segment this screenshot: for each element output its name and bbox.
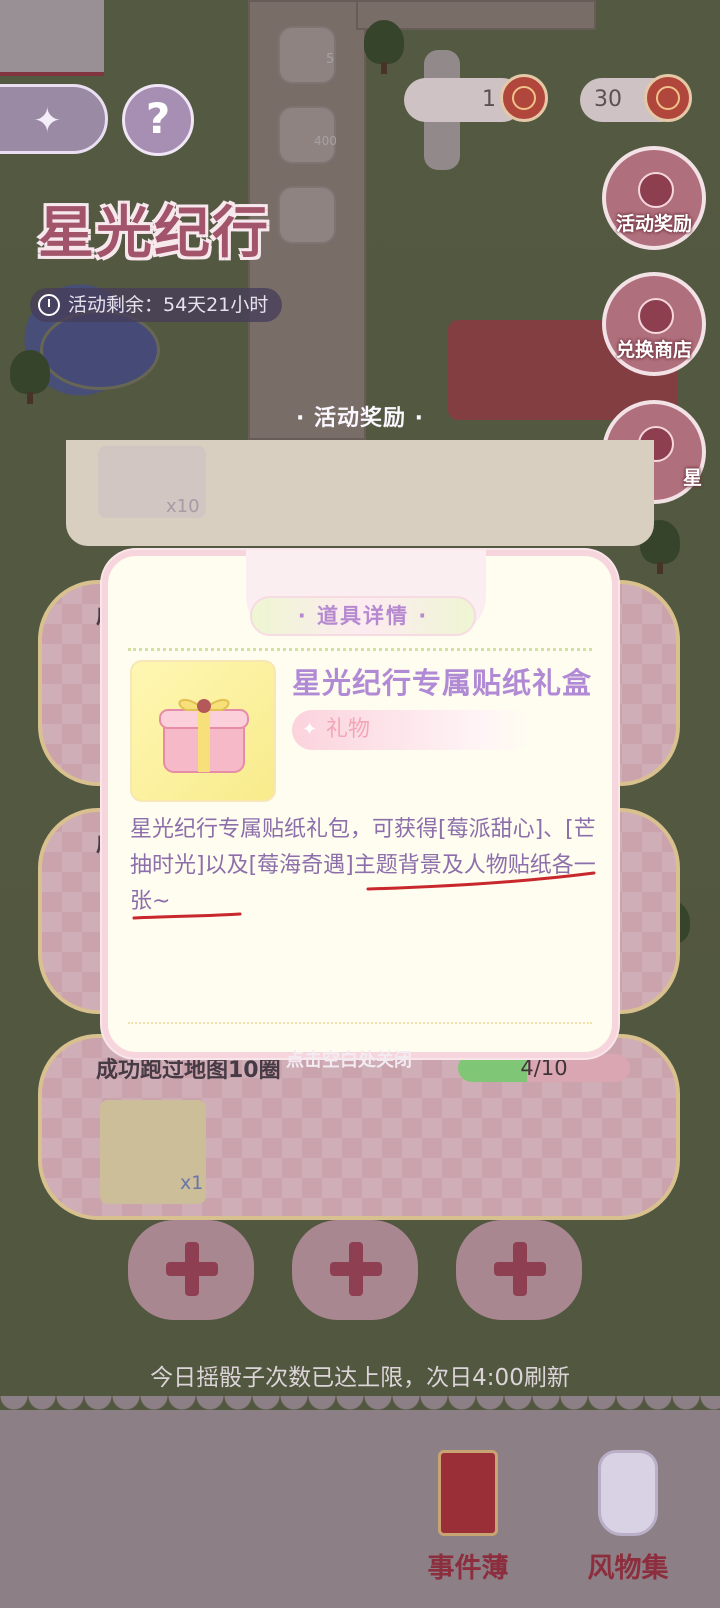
rewards-panel: x10 (66, 440, 654, 546)
add-slot-button[interactable] (128, 1220, 254, 1320)
item-description: 星光纪行专属贴纸礼包，可获得[莓派甜心]、[芒抽时光]以及[莓海奇遇]主题背景及… (130, 817, 596, 914)
bottom-nav: 事件薄 风物集 (0, 1396, 720, 1608)
collection-label: 风物集 (587, 1553, 669, 1584)
event-book-button[interactable]: 事件薄 (408, 1450, 528, 1585)
red-underline-annotation (366, 871, 596, 891)
reward-quantity: x10 (166, 496, 200, 517)
coin-icon (644, 74, 692, 122)
add-slot-button[interactable] (456, 1220, 582, 1320)
divider (128, 648, 592, 651)
exchange-shop-button[interactable]: 兑换商店 (602, 272, 706, 376)
clock-icon (38, 294, 60, 316)
rewards-panel-title: · 活动奖励 · (295, 406, 425, 431)
compass-star-icon: ✦ (33, 101, 62, 141)
task-progress-bar: 4/10 (458, 1054, 630, 1082)
timer-text: 活动剩余：54天21小时 (68, 294, 269, 316)
back-button[interactable]: ✦ (0, 84, 108, 154)
event-timer: 活动剩余：54天21小时 (30, 288, 283, 322)
exchange-shop-label: 兑换商店 (615, 339, 692, 361)
item-name: 星光纪行专属贴纸礼盒 (292, 666, 593, 700)
scale-icon (638, 298, 674, 334)
dice-limit-notice: 今日摇骰子次数已达上限，次日4:00刷新 (150, 1365, 570, 1391)
gift-box-icon (159, 698, 249, 773)
trophy-icon (638, 172, 674, 208)
dice-counter-value: 1 (482, 87, 496, 112)
bottle-icon (598, 1450, 658, 1536)
event-reward-button[interactable]: 活动奖励 (602, 146, 706, 250)
item-icon-frame (130, 660, 276, 802)
collection-button[interactable]: 风物集 (568, 1450, 688, 1585)
event-reward-label: 活动奖励 (615, 213, 692, 235)
divider (128, 1022, 592, 1024)
event-book-label: 事件薄 (427, 1553, 509, 1584)
reward-quantity: x1 (180, 1172, 204, 1194)
coin-counter-value: 30 (594, 87, 622, 112)
modal-title: · 道具详情 · (250, 596, 476, 636)
red-underline-annotation (132, 912, 242, 920)
token-icon (500, 74, 548, 122)
help-button[interactable]: ? (122, 84, 194, 156)
item-detail-modal[interactable]: · 道具详情 · 星光纪行专属贴纸礼盒 礼物 星光纪行专属贴纸礼包，可获得[莓派… (102, 550, 618, 1058)
progress-text: 4/10 (520, 1056, 568, 1080)
item-type-tag: 礼物 (292, 710, 532, 750)
event-logo: 星光纪行 (38, 201, 270, 266)
close-hint[interactable]: 点击空白处关闭 (286, 1046, 412, 1072)
add-slot-button[interactable] (292, 1220, 418, 1320)
book-icon (438, 1450, 498, 1536)
